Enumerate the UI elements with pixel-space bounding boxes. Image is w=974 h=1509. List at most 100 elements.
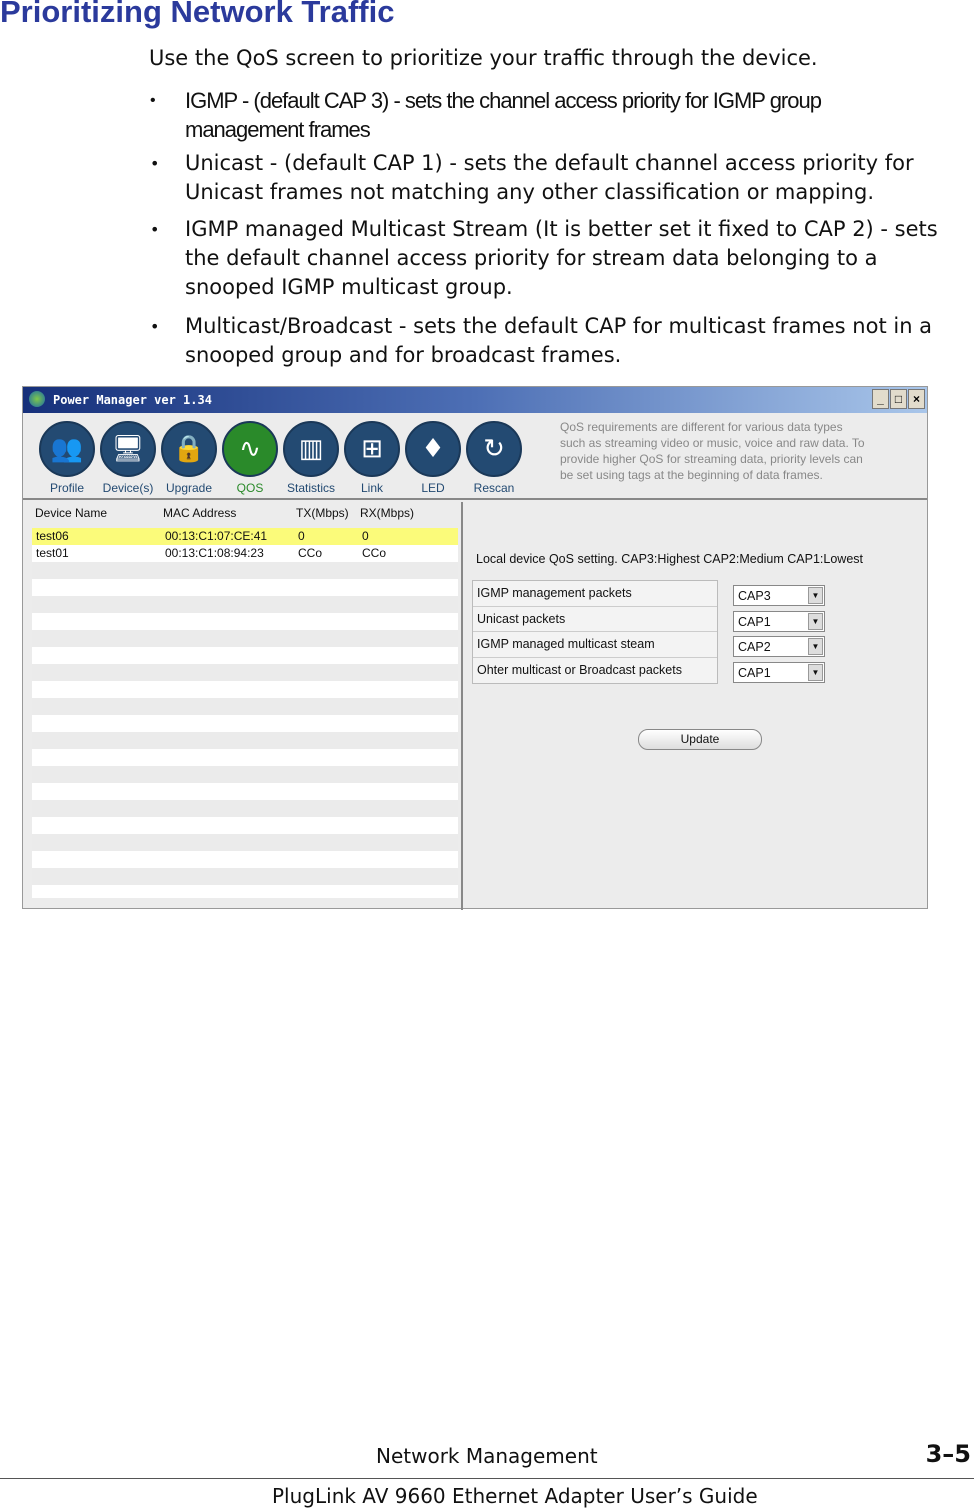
table-row[interactable]: test06 00:13:C1:07:CE:41 0 0 [32, 528, 458, 545]
select-value: CAP3 [738, 589, 771, 603]
bullet-text: Multicast/Broadcast - sets the default C… [185, 314, 933, 367]
bullet-dot: • [150, 317, 160, 336]
mac-address: 00:13:C1:08:94:23 [165, 546, 264, 560]
toolbar: QoS requirements are different for vario… [23, 413, 927, 500]
unicast-select[interactable]: CAP1 ▼ [733, 611, 825, 632]
tool-link[interactable]: ⊞ Link [340, 421, 404, 495]
pulse-icon: ∿ [222, 421, 278, 477]
tool-label: Statistics [286, 481, 335, 495]
tool-profile[interactable]: 👥 Profile [35, 421, 99, 495]
igmp-multicast-label: IGMP managed multicast steam [473, 632, 717, 658]
unicast-label: Unicast packets [473, 606, 717, 632]
table-row[interactable]: test01 00:13:C1:08:94:23 CCo CCo [32, 545, 458, 562]
bullet-multicast-stream: • IGMP managed Multicast Stream (It is be… [150, 215, 940, 302]
tx-rate: CCo [298, 546, 323, 560]
col-tx[interactable]: TX(Mbps) [296, 506, 349, 520]
table-row[interactable] [32, 630, 458, 647]
footer-divider [0, 1478, 974, 1479]
tool-statistics[interactable]: ▥ Statistics [279, 421, 343, 495]
select-value: CAP1 [738, 666, 771, 680]
tool-upgrade[interactable]: 🔒 Upgrade [157, 421, 221, 495]
bullet-broadcast: • Multicast/Broadcast - sets the default … [150, 312, 940, 370]
broadcast-select[interactable]: CAP1 ▼ [733, 662, 825, 683]
maximize-button[interactable]: □ [890, 389, 907, 409]
app-logo-icon [29, 391, 45, 407]
device-name: test01 [36, 546, 69, 560]
table-row[interactable] [32, 596, 458, 613]
bullet-text: IGMP - (default CAP 3) - sets the channe… [185, 88, 822, 142]
table-row[interactable] [32, 783, 458, 800]
table-row[interactable] [32, 664, 458, 681]
tool-rescan[interactable]: ↻ Rescan [462, 421, 526, 495]
table-row[interactable] [32, 698, 458, 715]
bullet-dot: • [150, 220, 160, 239]
tool-devices[interactable]: 🖥 Device(s) [96, 421, 160, 495]
tx-rate: 0 [298, 529, 305, 543]
tool-label: Rescan [473, 481, 515, 495]
bullet-text: Unicast - (default CAP 1) - sets the def… [185, 151, 914, 204]
rx-rate: 0 [362, 529, 369, 543]
col-mac-address[interactable]: MAC Address [163, 506, 236, 520]
window-title: Power Manager ver 1.34 [53, 393, 212, 407]
bullet-dot: • [150, 92, 156, 109]
tool-label: Link [360, 481, 383, 495]
tool-label: Profile [49, 481, 84, 495]
tool-label: QOS [236, 481, 264, 495]
table-row[interactable] [32, 647, 458, 664]
devices-icon: 🖥 [100, 421, 156, 477]
chevron-down-icon[interactable]: ▼ [808, 587, 823, 604]
tool-qos[interactable]: ∿ QOS [218, 421, 282, 495]
bullet-dot: • [150, 154, 160, 173]
device-table-body: test06 00:13:C1:07:CE:41 0 0 test01 00:13:C1:… [32, 528, 458, 898]
table-row[interactable] [32, 613, 458, 630]
update-button[interactable]: Update [638, 729, 762, 750]
rx-rate: CCo [362, 546, 387, 560]
tool-label: LED [421, 481, 445, 495]
col-rx[interactable]: RX(Mbps) [360, 506, 414, 520]
table-row[interactable] [32, 562, 458, 579]
tool-label: Device(s) [102, 481, 154, 495]
table-row[interactable] [32, 834, 458, 851]
table-row[interactable] [32, 851, 458, 868]
igmp-management-select[interactable]: CAP3 ▼ [733, 585, 825, 606]
table-row[interactable] [32, 766, 458, 783]
select-value: CAP2 [738, 640, 771, 654]
table-row[interactable] [32, 800, 458, 817]
led-icon: ♦ [405, 421, 461, 477]
title-bar: Power Manager ver 1.34 _ □ × [23, 387, 927, 413]
select-value: CAP1 [738, 615, 771, 629]
network-icon: ⊞ [344, 421, 400, 477]
qos-setting-title: Local device QoS setting. CAP3:Highest C… [476, 552, 863, 566]
rescan-icon: ↻ [466, 421, 522, 477]
bullet-unicast: • Unicast - (default CAP 1) - sets the de… [150, 149, 940, 207]
bullet-igmp: • IGMP - (default CAP 3) - sets the chann… [150, 86, 940, 144]
power-manager-window: Power Manager ver 1.34 _ □ × QoS require… [22, 386, 928, 910]
device-name: test06 [36, 529, 69, 543]
igmp-multicast-select[interactable]: CAP2 ▼ [733, 636, 825, 657]
tool-led[interactable]: ♦ LED [401, 421, 465, 495]
table-row[interactable] [32, 579, 458, 596]
chevron-down-icon[interactable]: ▼ [808, 664, 823, 681]
table-row[interactable] [32, 749, 458, 766]
table-row[interactable] [32, 681, 458, 698]
minimize-button[interactable]: _ [872, 389, 889, 409]
bullet-text: IGMP managed Multicast Stream (It is bet… [185, 217, 938, 299]
people-icon: 👥 [39, 421, 95, 477]
close-button[interactable]: × [908, 389, 925, 409]
igmp-management-label: IGMP management packets [473, 581, 717, 607]
qos-settings-panel: Local device QoS setting. CAP3:Highest C… [465, 502, 927, 910]
table-row[interactable] [32, 732, 458, 749]
chevron-down-icon[interactable]: ▼ [808, 613, 823, 630]
chevron-down-icon[interactable]: ▼ [808, 638, 823, 655]
col-device-name[interactable]: Device Name [35, 506, 107, 520]
page-title: Prioritizing Network Traffic [0, 0, 395, 29]
table-row[interactable] [32, 868, 458, 885]
broadcast-label: Ohter multicast or Broadcast packets [473, 657, 717, 683]
device-list-panel: Device Name MAC Address TX(Mbps) RX(Mbps… [23, 502, 463, 910]
qos-labels: IGMP management packets Unicast packets … [472, 580, 718, 684]
table-row[interactable] [32, 715, 458, 732]
mac-address: 00:13:C1:07:CE:41 [165, 529, 268, 543]
table-row[interactable] [32, 817, 458, 834]
footer-section: Network Management [376, 1444, 598, 1468]
qos-help-text: QoS requirements are different for vario… [560, 420, 865, 482]
